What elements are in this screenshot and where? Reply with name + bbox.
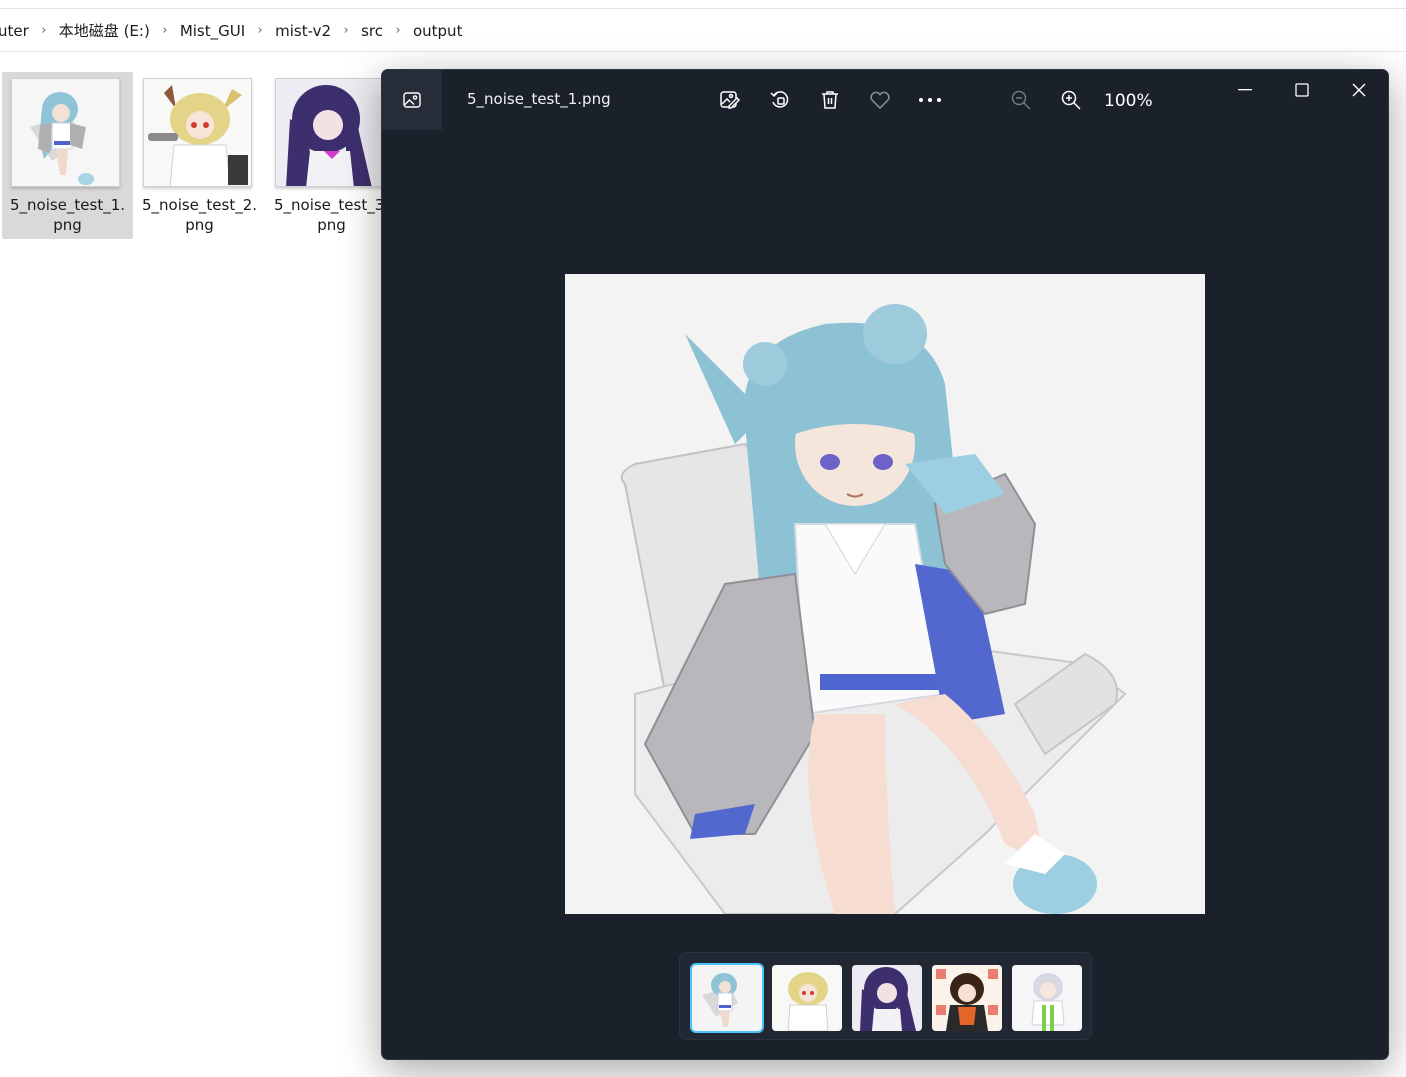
zoom-out-icon — [1011, 90, 1031, 110]
filmstrip-thumb[interactable] — [932, 965, 1002, 1031]
filmstrip-thumb[interactable] — [1012, 965, 1082, 1031]
file-name: 5_noise_test_3.png — [273, 196, 390, 234]
file-name: 5_noise_test_1.png — [9, 196, 126, 234]
zoom-in-icon — [1061, 90, 1081, 110]
edit-image-icon — [720, 91, 741, 109]
edit-image-button[interactable] — [712, 83, 748, 117]
breadcrumb-computer[interactable]: uter — [0, 22, 33, 40]
favorite-button[interactable] — [862, 83, 898, 117]
app-icon-button[interactable] — [382, 70, 442, 130]
image-icon — [403, 92, 421, 108]
file-thumbnail — [275, 78, 384, 187]
chevron-right-icon[interactable]: › — [249, 23, 271, 38]
more-icon — [919, 98, 941, 102]
rotate-icon — [770, 91, 789, 108]
breadcrumb-mist-v2[interactable]: mist-v2 — [271, 22, 335, 40]
filmstrip-thumb[interactable] — [852, 965, 922, 1031]
maximize-button[interactable] — [1279, 74, 1325, 106]
viewer-file-title: 5_noise_test_1.png — [467, 90, 611, 108]
filmstrip — [679, 952, 1092, 1040]
more-options-button[interactable] — [912, 83, 948, 117]
minimize-icon — [1238, 89, 1252, 91]
zoom-out-button[interactable] — [1003, 83, 1039, 117]
window-top-edge — [0, 0, 1406, 9]
minimize-button[interactable] — [1222, 74, 1268, 106]
file-name: 5_noise_test_2.png — [141, 196, 258, 234]
filmstrip-thumb[interactable] — [690, 963, 764, 1033]
file-grid: 5_noise_test_1.png 5_noise_test_2.png 5_… — [2, 72, 402, 242]
chevron-right-icon[interactable]: › — [387, 23, 409, 38]
breadcrumb: uter › 本地磁盘 (E:) › Mist_GUI › mist-v2 › … — [0, 10, 1406, 52]
maximize-icon — [1295, 83, 1309, 97]
favorite-icon — [870, 91, 890, 110]
main-image[interactable] — [565, 274, 1205, 914]
close-icon — [1352, 83, 1366, 97]
breadcrumb-drive-e[interactable]: 本地磁盘 (E:) — [55, 20, 154, 41]
zoom-level[interactable]: 100% — [1104, 91, 1153, 111]
chevron-right-icon[interactable]: › — [33, 23, 55, 38]
breadcrumb-output[interactable]: output — [409, 22, 466, 40]
chevron-right-icon[interactable]: › — [154, 23, 176, 38]
file-item[interactable]: 5_noise_test_3.png — [266, 72, 397, 239]
filmstrip-thumb[interactable] — [772, 965, 842, 1031]
photo-viewer-window: 5_noise_test_1.png 100% — [381, 69, 1389, 1060]
delete-icon — [822, 91, 838, 109]
file-thumbnail — [143, 78, 252, 187]
close-button[interactable] — [1336, 74, 1382, 106]
file-thumbnail — [11, 78, 120, 187]
file-item[interactable]: 5_noise_test_1.png — [2, 72, 133, 239]
chevron-right-icon[interactable]: › — [335, 23, 357, 38]
breadcrumb-src[interactable]: src — [357, 22, 387, 40]
delete-button[interactable] — [812, 83, 848, 117]
zoom-in-button[interactable] — [1053, 83, 1089, 117]
file-item[interactable]: 5_noise_test_2.png — [134, 72, 265, 239]
breadcrumb-mist-gui[interactable]: Mist_GUI — [176, 22, 249, 40]
rotate-button[interactable] — [762, 83, 798, 117]
